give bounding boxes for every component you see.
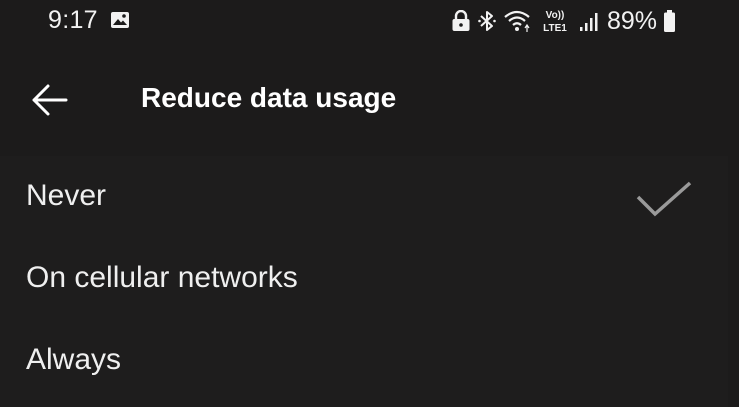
option-label: Never <box>26 179 107 212</box>
check-icon <box>636 181 692 217</box>
status-time: 9:17 <box>48 6 98 34</box>
battery-icon <box>664 10 675 32</box>
gallery-icon <box>111 12 129 28</box>
option-always[interactable]: Always <box>0 320 728 402</box>
option-label: Always <box>26 343 122 376</box>
signal-icon <box>579 13 598 31</box>
option-never[interactable]: Never <box>0 156 728 238</box>
options-list: Never On cellular networks Always <box>0 156 728 407</box>
battery-percentage: 89% <box>606 6 657 35</box>
wifi-icon <box>504 10 530 32</box>
status-icons: Vo)) LTE1 89% <box>451 6 676 36</box>
lock-icon <box>452 10 470 31</box>
volte-icon: Vo)) LTE1 <box>543 10 567 34</box>
status-bar: 9:17 Vo)) LTE1 89% <box>0 0 739 44</box>
svg-text:Vo)): Vo)) <box>546 10 565 21</box>
app-bar: Reduce data usage <box>0 44 739 156</box>
arrow-left-icon[interactable] <box>30 82 70 118</box>
option-label: On cellular networks <box>26 261 298 294</box>
option-on-cellular-networks[interactable]: On cellular networks <box>0 238 728 320</box>
scroll-edge <box>728 156 739 407</box>
bluetooth-icon <box>478 11 496 31</box>
page-title: Reduce data usage <box>141 82 397 113</box>
svg-text:LTE1: LTE1 <box>543 23 567 34</box>
